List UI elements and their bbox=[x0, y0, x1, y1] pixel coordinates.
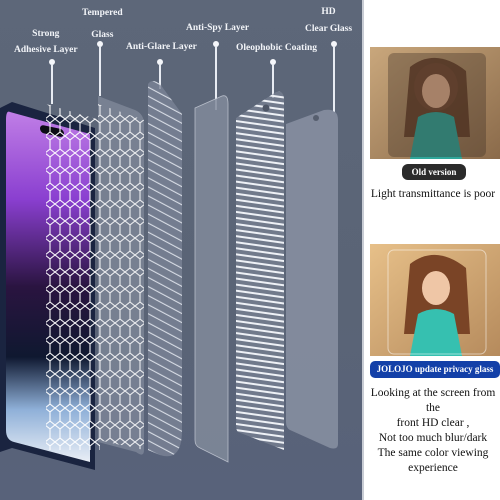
woman-photo-new bbox=[370, 244, 500, 356]
caption-line: experience bbox=[408, 462, 458, 474]
woman-photo-old bbox=[370, 47, 500, 159]
layer-stack-graphic bbox=[0, 81, 338, 470]
new-version-photo bbox=[370, 244, 500, 356]
old-version-photo bbox=[370, 47, 500, 159]
caption-line: Looking at the screen from the bbox=[370, 387, 496, 414]
hd-clear-glass-layer bbox=[286, 109, 338, 449]
new-version-badge-label: JOLOJO update privacy glass bbox=[376, 364, 494, 374]
old-version-badge-label: Old version bbox=[411, 167, 457, 177]
caption-line: front HD clear , bbox=[396, 417, 470, 429]
old-version-caption: Light transmittance is poor bbox=[370, 188, 496, 200]
comparison-panel: Old version Light transmittance is poor … bbox=[362, 0, 500, 500]
caption-line: The same color viewing bbox=[377, 447, 489, 459]
adhesive-layer bbox=[46, 104, 100, 450]
new-version-caption: Looking at the screen from the front HD … bbox=[364, 386, 500, 476]
old-version-badge: Old version bbox=[402, 164, 466, 180]
new-version-badge: JOLOJO update privacy glass bbox=[370, 361, 500, 378]
anti-spy-layer bbox=[194, 95, 229, 463]
layer-diagram: Strong Adhesive Layer Tempered Glass Ant… bbox=[0, 0, 362, 500]
caption-line: Not too much blur/dark bbox=[378, 432, 488, 444]
